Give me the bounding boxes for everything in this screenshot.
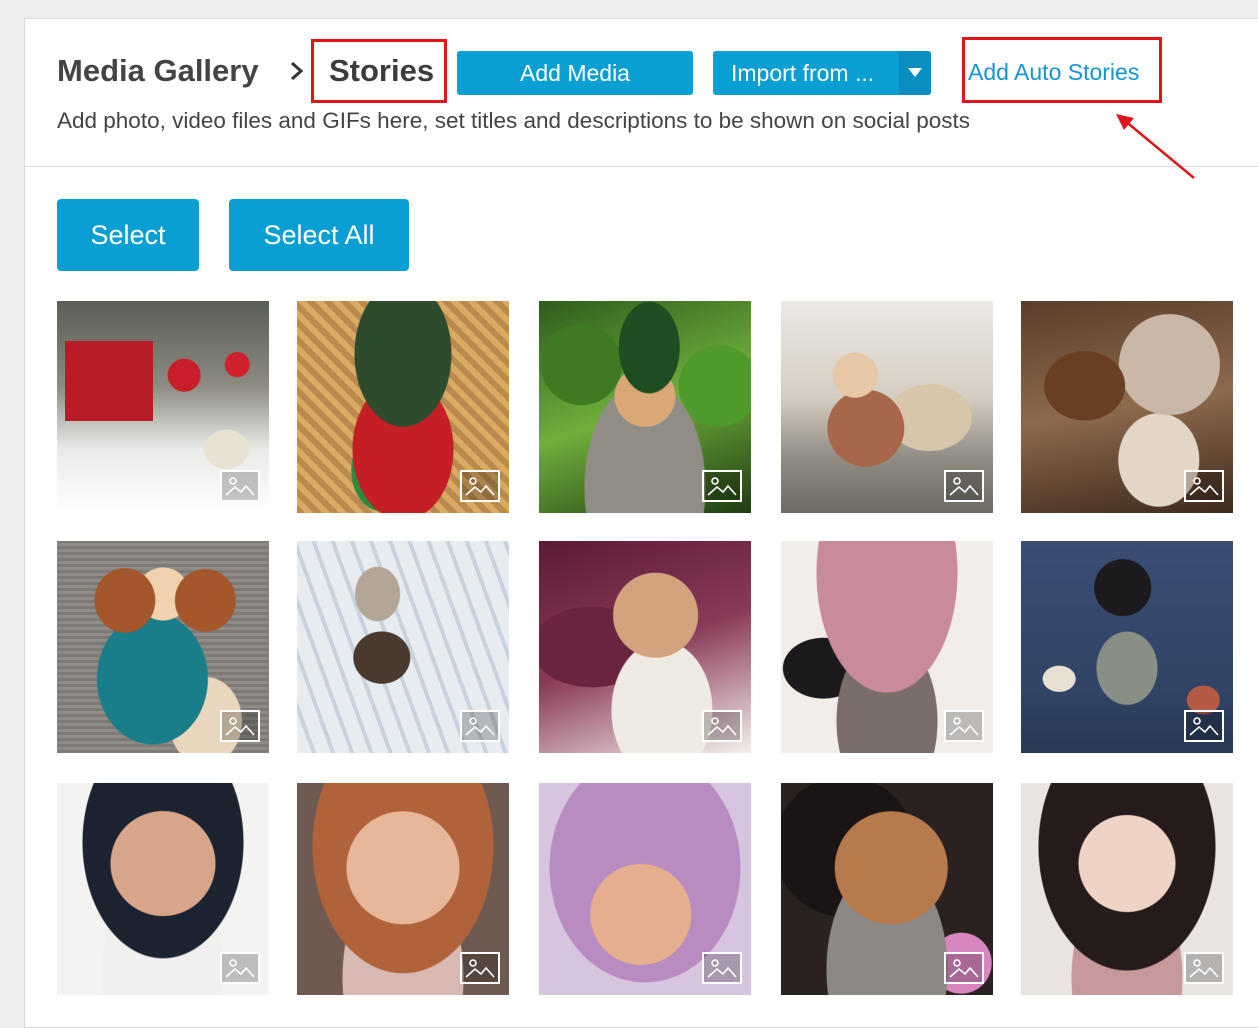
add-media-button[interactable]: Add Media — [457, 51, 693, 95]
media-item[interactable] — [539, 301, 751, 513]
page-header: Media Gallery Stories Add Media Import f… — [25, 19, 1258, 167]
import-from-label: Import from ... — [731, 60, 875, 86]
image-icon — [702, 952, 742, 984]
add-media-label: Add Media — [520, 59, 630, 86]
highlight-box-stories — [311, 39, 447, 103]
image-icon — [944, 470, 984, 502]
page-description: Add photo, video files and GIFs here, se… — [57, 108, 971, 133]
media-item[interactable] — [539, 541, 751, 753]
select-label: Select — [90, 219, 166, 250]
image-icon — [220, 952, 260, 984]
media-item[interactable] — [297, 301, 509, 513]
media-item[interactable] — [297, 541, 509, 753]
media-item[interactable] — [781, 783, 993, 995]
annotation-arrow-icon — [1116, 114, 1195, 179]
image-icon — [460, 952, 500, 984]
media-gallery-panel: Media Gallery Stories Add Media Import f… — [24, 18, 1258, 1028]
import-from-button[interactable]: Import from ... — [713, 51, 931, 95]
media-item[interactable] — [57, 783, 269, 995]
image-icon — [702, 710, 742, 742]
select-button[interactable]: Select — [57, 199, 199, 271]
media-item[interactable] — [1021, 541, 1233, 753]
media-item[interactable] — [1021, 301, 1233, 513]
image-icon — [220, 470, 260, 502]
image-icon — [1184, 952, 1224, 984]
highlight-box-add-auto-stories — [962, 37, 1162, 103]
media-item[interactable] — [57, 541, 269, 753]
image-icon — [1184, 710, 1224, 742]
select-all-button[interactable]: Select All — [229, 199, 409, 271]
image-icon — [944, 710, 984, 742]
image-icon — [944, 952, 984, 984]
media-item[interactable] — [57, 301, 269, 513]
image-icon — [460, 710, 500, 742]
media-item[interactable] — [781, 541, 993, 753]
image-icon — [220, 710, 260, 742]
image-icon — [702, 470, 742, 502]
breadcrumb-media-gallery[interactable]: Media Gallery — [57, 53, 259, 89]
media-item[interactable] — [781, 301, 993, 513]
media-item[interactable] — [1021, 783, 1233, 995]
image-icon — [460, 470, 500, 502]
import-dropdown-toggle[interactable] — [899, 51, 931, 95]
caret-down-icon — [908, 68, 922, 77]
image-icon — [1184, 470, 1224, 502]
media-item[interactable] — [539, 783, 751, 995]
chevron-right-icon — [291, 61, 304, 81]
select-all-label: Select All — [263, 219, 375, 250]
media-item[interactable] — [297, 783, 509, 995]
